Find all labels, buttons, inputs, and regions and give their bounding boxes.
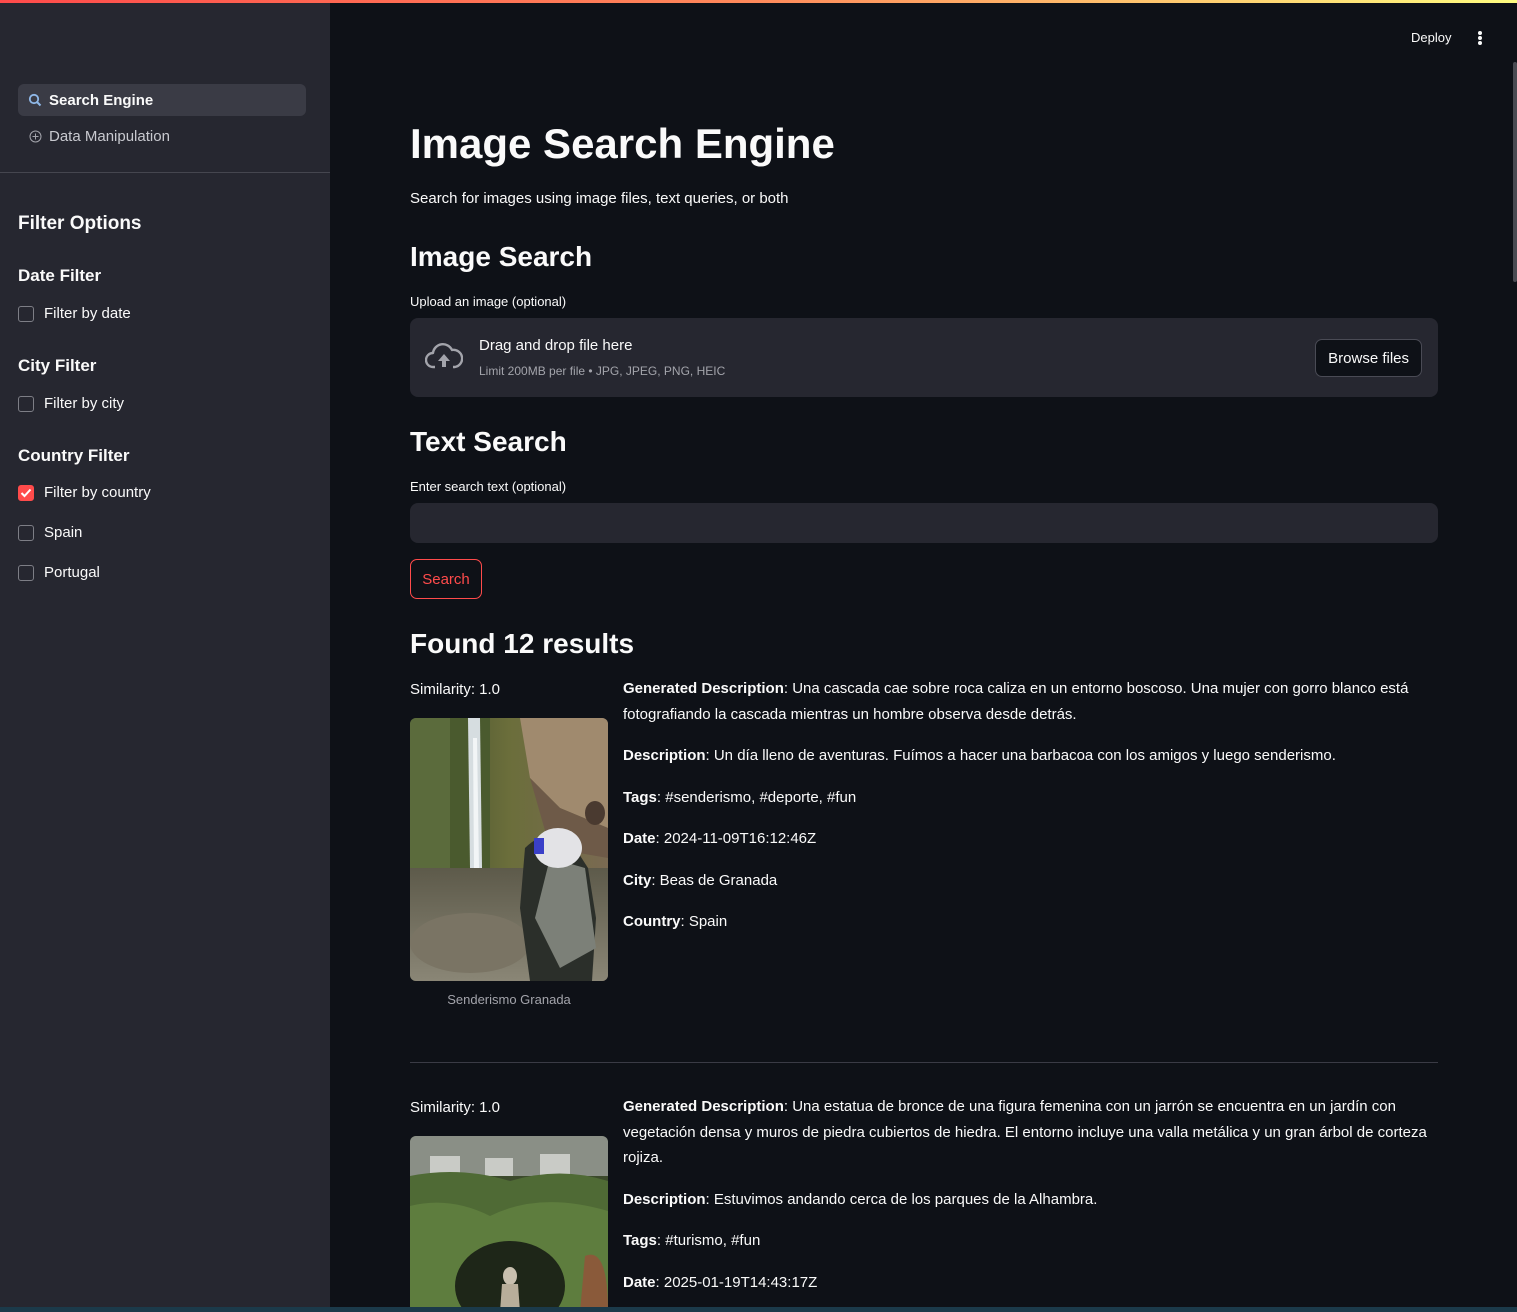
result-similarity: Similarity: 1.0 — [410, 681, 501, 698]
filter-by-date-checkbox[interactable]: Filter by date — [18, 305, 131, 322]
result-image[interactable] — [410, 1136, 608, 1312]
checkbox-label: Filter by city — [44, 395, 125, 412]
checkbox-box-checked[interactable] — [18, 484, 34, 501]
deploy-button[interactable]: Deploy — [1411, 30, 1451, 45]
result-info: Generated Description: Una estatua de br… — [623, 1094, 1438, 1311]
tags: Tags: #senderismo, #deporte, #fun — [623, 788, 857, 806]
nav-item-search-engine[interactable]: Search Engine — [18, 84, 306, 116]
result-image[interactable] — [410, 718, 608, 981]
country-option-portugal-checkbox[interactable]: Portugal — [18, 564, 100, 581]
country-option-spain-checkbox[interactable]: Spain — [18, 524, 82, 541]
search-text-label: Enter search text (optional) — [410, 479, 567, 494]
image-search-heading: Image Search — [410, 241, 593, 272]
nav-item-label: Data Manipulation — [49, 127, 170, 145]
checkbox-label: Spain — [44, 524, 83, 541]
result-info: Generated Description: Una cascada cae s… — [623, 676, 1438, 951]
filter-by-country-checkbox[interactable]: Filter by country — [18, 484, 151, 501]
waterfall-photo — [410, 718, 608, 981]
description: Description: Un día lleno de aventuras. … — [623, 747, 1336, 764]
date-filter-title: Date Filter — [18, 266, 102, 285]
page-caption: Search for images using image files, tex… — [410, 190, 789, 207]
file-dropzone[interactable]: Drag and drop file here Limit 200MB per … — [410, 318, 1438, 397]
sidebar: Search Engine Data Manipulation Filter O… — [0, 3, 330, 1312]
search-icon — [27, 92, 43, 108]
sidebar-nav: Search Engine Data Manipulation — [18, 84, 306, 156]
checkbox-box[interactable] — [18, 395, 34, 412]
page-title: Image Search Engine — [410, 120, 835, 167]
sidebar-divider — [0, 172, 330, 173]
result-image-caption: Senderismo Granada — [447, 992, 571, 1007]
country-filter-title: Country Filter — [18, 446, 130, 465]
checkbox-label: Filter by country — [44, 484, 151, 501]
checkbox-box[interactable] — [18, 564, 34, 581]
result-similarity: Similarity: 1.0 — [410, 1099, 501, 1116]
top-decoration-bar — [0, 0, 1517, 3]
os-taskbar-edge — [0, 1307, 1517, 1312]
garden-statue-photo — [410, 1136, 608, 1312]
filter-by-city-checkbox[interactable]: Filter by city — [18, 395, 124, 412]
city-filter-title: City Filter — [18, 356, 97, 375]
generated-description: Generated Description: Una estatua de br… — [623, 1098, 1427, 1166]
country: Country: Spain — [623, 913, 728, 930]
dropzone-instruction: Drag and drop file here — [479, 337, 633, 354]
checkmark-icon — [20, 488, 32, 497]
nav-item-label: Search Engine — [49, 91, 154, 109]
checkbox-label: Portugal — [44, 564, 100, 581]
date: Date: 2025-01-19T14:43:17Z — [623, 1273, 818, 1291]
description: Description: Estuvimos andando cerca de … — [623, 1190, 1098, 1208]
tags: Tags: #turismo, #fun — [623, 1232, 761, 1249]
plus-circle-icon — [27, 128, 43, 144]
results-count-heading: Found 12 results — [410, 628, 635, 659]
city: City: Beas de Granada — [623, 871, 778, 889]
generated-description: Generated Description: Una cascada cae s… — [623, 680, 1409, 723]
search-button[interactable]: Search — [410, 559, 482, 599]
text-search-heading: Text Search — [410, 426, 567, 457]
result-divider — [410, 1062, 1438, 1063]
checkbox-box[interactable] — [18, 524, 34, 541]
dropzone-limits: Limit 200MB per file • JPG, JPEG, PNG, H… — [479, 364, 726, 378]
more-menu-icon[interactable] — [1474, 28, 1486, 48]
nav-item-data-manipulation[interactable]: Data Manipulation — [18, 120, 306, 152]
checkbox-box[interactable] — [18, 305, 34, 322]
cloud-upload-icon — [424, 342, 464, 372]
upload-label: Upload an image (optional) — [410, 294, 567, 309]
date: Date: 2024-11-09T16:12:46Z — [623, 830, 817, 847]
browse-files-button[interactable]: Browse files — [1315, 339, 1422, 377]
checkbox-label: Filter by date — [44, 305, 131, 322]
search-text-input[interactable] — [410, 503, 1438, 543]
filter-options-title: Filter Options — [18, 213, 142, 234]
scrollbar[interactable] — [1513, 62, 1517, 282]
